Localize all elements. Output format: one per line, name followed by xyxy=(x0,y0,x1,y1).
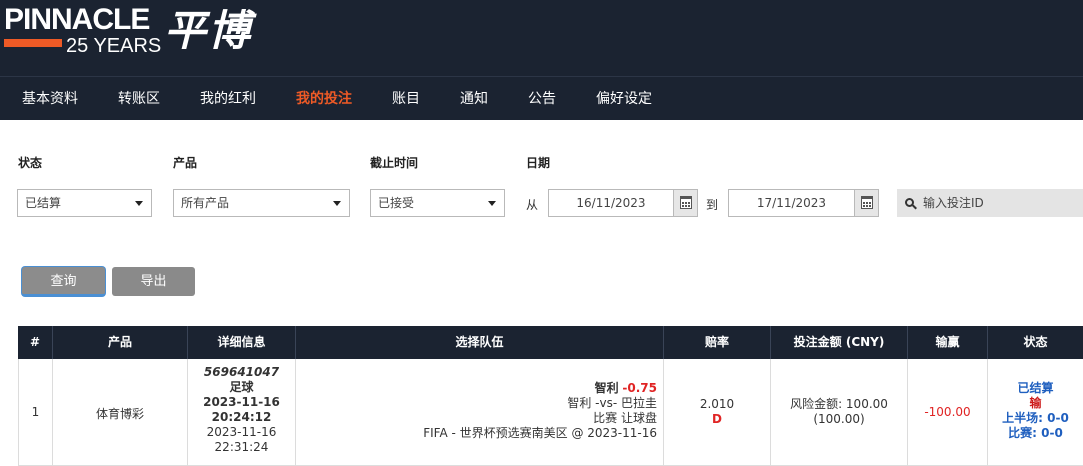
chevron-down-icon xyxy=(333,201,341,206)
chevron-down-icon xyxy=(135,201,143,206)
col-header-details: 详细信息 xyxy=(188,326,296,359)
from-date-value: 16/11/2023 xyxy=(576,196,646,210)
bet-id-search-input[interactable]: 输入投注ID xyxy=(897,189,1083,217)
sport: 足球 xyxy=(229,380,254,394)
selection-league: FIFA - 世界杯预选赛南美区 @ 2023-11-16 xyxy=(423,426,657,440)
nav-item-my-bets[interactable]: 我的投注 xyxy=(296,89,352,109)
col-header-product: 产品 xyxy=(53,326,188,359)
product-select[interactable]: 所有产品 xyxy=(173,189,350,217)
cell-odds: 2.010 D xyxy=(664,359,771,466)
chevron-down-icon xyxy=(488,201,496,206)
cell-details: 569641047 足球 2023-11-16 20:24:12 2023-11… xyxy=(188,359,296,466)
product-filter-label: 产品 xyxy=(173,156,198,170)
status-full-time: 比赛: 0-0 xyxy=(1008,426,1063,440)
cutoff-filter-label: 截止时间 xyxy=(370,156,419,170)
logo-years: 25 YEARS xyxy=(66,35,162,57)
col-header-win-loss: 输赢 xyxy=(908,326,988,359)
selection-matchup: 智利 -vs- 巴拉圭 xyxy=(567,396,657,410)
selection-market: 比赛 让球盘 xyxy=(593,411,657,425)
col-header-index: # xyxy=(18,326,53,359)
nav-item-profile[interactable]: 基本资料 xyxy=(22,89,78,109)
nav-item-announcements[interactable]: 公告 xyxy=(528,89,556,109)
status-filter-label: 状态 xyxy=(18,156,43,170)
query-button[interactable]: 查询 xyxy=(22,267,105,296)
placed-time: 20:24:12 xyxy=(211,410,272,424)
nav-item-notifications[interactable]: 通知 xyxy=(460,89,488,109)
logo-wordmark: PINNACLE xyxy=(4,3,150,36)
date-filter-label: 日期 xyxy=(526,156,551,170)
odds-value: 2.010 xyxy=(699,397,735,411)
cell-product: 体育博彩 xyxy=(53,359,188,466)
settled-time: 22:31:24 xyxy=(214,440,269,454)
selection-handicap: -0.75 xyxy=(622,381,657,395)
status-result: 输 xyxy=(1029,396,1042,410)
status-select[interactable]: 已结算 xyxy=(17,189,152,217)
odds-format: D xyxy=(712,412,722,426)
col-header-status: 状态 xyxy=(1023,335,1048,349)
cell-stake: 风险金额: 100.00 (100.00) xyxy=(771,359,908,466)
col-header-stake: 投注金额 (CNY) xyxy=(771,326,908,359)
settled-date: 2023-11-16 xyxy=(206,425,277,439)
cell-status: 已结算 输 上半场: 0-0 比赛: 0-0 xyxy=(988,359,1083,466)
cutoff-select-value: 已接受 xyxy=(378,196,415,210)
table-header: # 产品 详细信息 选择队伍 赔率 投注金额 (CNY) 输赢 状态 xyxy=(18,326,1083,359)
status-select-value: 已结算 xyxy=(25,196,62,210)
to-label: 到 xyxy=(706,198,719,212)
nav-item-preferences[interactable]: 偏好设定 xyxy=(596,89,652,109)
cell-win-loss: -100.00 xyxy=(908,359,988,466)
bets-table: # 产品 详细信息 选择队伍 赔率 投注金额 (CNY) 输赢 状态 1 体育博… xyxy=(18,326,1083,466)
selection-team: 智利 xyxy=(594,381,619,395)
logo-accent-bar xyxy=(4,39,62,47)
col-header-selection: 选择队伍 xyxy=(296,326,664,359)
main-nav: 基本资料 转账区 我的红利 我的投注 账目 通知 公告 偏好设定 xyxy=(0,76,1083,120)
cell-selection: 智利 -0.75 智利 -vs- 巴拉圭 比赛 让球盘 FIFA - 世界杯预选… xyxy=(296,359,664,466)
bet-id-placeholder: 输入投注ID xyxy=(923,196,984,210)
export-button[interactable]: 导出 xyxy=(112,267,195,296)
top-header: PINNACLE 25 YEARS 平博 xyxy=(0,0,1083,76)
placed-date: 2023-11-16 xyxy=(203,395,280,409)
table-row: 1 体育博彩 569641047 足球 2023-11-16 20:24:12 … xyxy=(18,359,1083,466)
win-loss-value: -100.00 xyxy=(924,405,971,419)
col-header-odds: 赔率 xyxy=(664,326,771,359)
stake-win: (100.00) xyxy=(813,412,865,426)
nav-item-statement[interactable]: 账目 xyxy=(392,89,420,109)
pinnacle-logo[interactable]: PINNACLE 25 YEARS xyxy=(4,4,164,60)
status-state: 已结算 xyxy=(1017,381,1054,395)
cell-index: 1 xyxy=(18,359,53,466)
calendar-icon[interactable] xyxy=(854,190,878,216)
from-date-input[interactable]: 16/11/2023 xyxy=(548,189,698,217)
from-label: 从 xyxy=(526,198,539,212)
nav-item-bonus[interactable]: 我的红利 xyxy=(200,89,256,109)
cutoff-select[interactable]: 已接受 xyxy=(370,189,505,217)
stake-risk: 风险金额: 100.00 xyxy=(790,397,888,411)
product-select-value: 所有产品 xyxy=(181,196,230,210)
calendar-icon[interactable] xyxy=(673,190,697,216)
logo-chinese-name: 平博 xyxy=(164,6,253,55)
to-date-input[interactable]: 17/11/2023 xyxy=(728,189,879,217)
nav-item-transfer[interactable]: 转账区 xyxy=(118,89,160,109)
to-date-value: 17/11/2023 xyxy=(756,196,827,210)
status-first-half: 上半场: 0-0 xyxy=(1002,411,1069,425)
bet-id[interactable]: 569641047 xyxy=(188,365,295,380)
